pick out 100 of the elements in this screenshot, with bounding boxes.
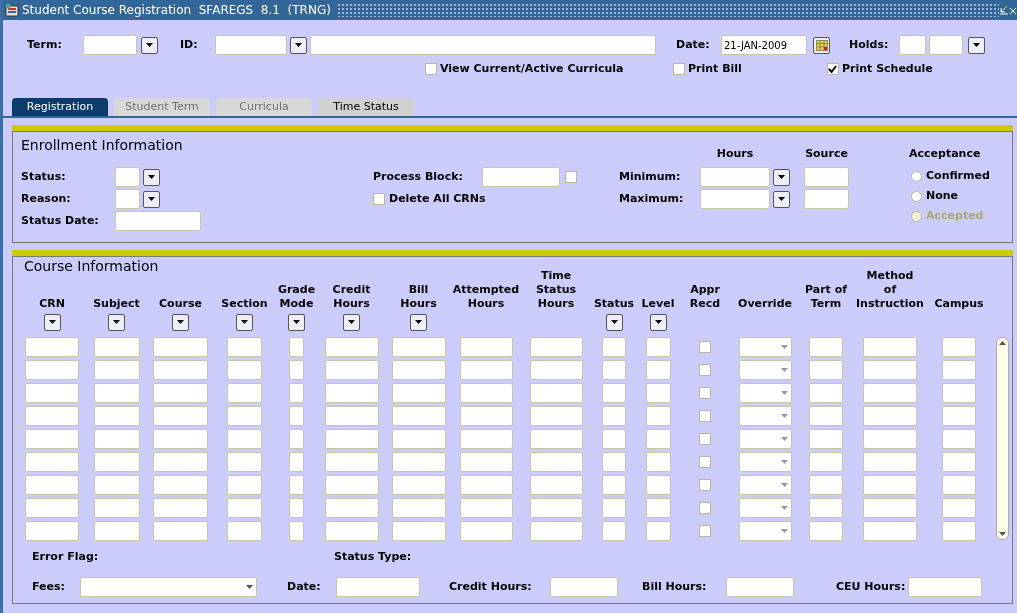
checkbox[interactable]	[699, 501, 711, 514]
input-field[interactable]	[324, 451, 379, 472]
input-field[interactable]	[809, 405, 843, 426]
dropdown-button[interactable]	[773, 190, 790, 208]
checkbox[interactable]	[699, 524, 711, 537]
input-field[interactable]	[550, 577, 618, 597]
input-field[interactable]	[602, 497, 626, 518]
input-field[interactable]	[391, 428, 446, 449]
input-field[interactable]	[529, 451, 583, 472]
checkbox[interactable]	[699, 363, 711, 376]
input-field[interactable]	[529, 382, 583, 403]
input-field[interactable]	[227, 451, 262, 472]
input-field[interactable]	[324, 336, 379, 357]
input-field[interactable]	[809, 428, 843, 449]
checkbox[interactable]	[699, 340, 711, 353]
input-field[interactable]	[602, 520, 626, 541]
input-field[interactable]	[529, 520, 583, 541]
input-field[interactable]	[863, 336, 917, 357]
input-field[interactable]	[25, 451, 79, 472]
input-field[interactable]	[645, 520, 671, 541]
input-field[interactable]	[459, 520, 513, 541]
input-field[interactable]	[93, 428, 140, 449]
input-field[interactable]	[93, 405, 140, 426]
input-field[interactable]	[324, 382, 379, 403]
input-field[interactable]	[153, 359, 208, 380]
input-field[interactable]	[645, 497, 671, 518]
input-field[interactable]	[942, 428, 976, 449]
input-field[interactable]	[115, 167, 140, 187]
input-field[interactable]	[227, 497, 262, 518]
date-field[interactable]	[336, 577, 420, 597]
dropdown-button[interactable]	[288, 313, 305, 331]
dropdown-button[interactable]	[141, 36, 158, 54]
input-field[interactable]	[809, 520, 843, 541]
input-field[interactable]	[93, 497, 140, 518]
input-field[interactable]	[602, 405, 626, 426]
input-field[interactable]	[25, 359, 79, 380]
input-field[interactable]	[459, 428, 513, 449]
dropdown-button[interactable]	[968, 36, 985, 54]
input-field[interactable]	[645, 382, 671, 403]
input-field[interactable]	[324, 497, 379, 518]
input-field[interactable]	[459, 382, 513, 403]
input-field[interactable]	[942, 359, 976, 380]
input-field[interactable]	[391, 336, 446, 357]
input-field[interactable]	[809, 451, 843, 472]
input-field[interactable]	[529, 336, 583, 357]
dropdown-button[interactable]	[605, 313, 623, 331]
input-field[interactable]	[809, 474, 843, 495]
input-field[interactable]	[863, 497, 917, 518]
input-field[interactable]	[25, 428, 79, 449]
input-field[interactable]	[602, 359, 626, 380]
input-field[interactable]	[645, 474, 671, 495]
dropdown-button[interactable]	[773, 168, 790, 186]
input-field[interactable]	[863, 428, 917, 449]
input-field[interactable]	[459, 497, 513, 518]
input-field[interactable]	[726, 577, 794, 597]
input-field[interactable]	[942, 405, 976, 426]
input-field[interactable]	[942, 474, 976, 495]
input-field[interactable]	[529, 428, 583, 449]
input-field[interactable]	[602, 428, 626, 449]
input-field[interactable]	[324, 359, 379, 380]
checkbox[interactable]	[699, 432, 711, 445]
input-field[interactable]	[289, 405, 304, 426]
input-field[interactable]	[391, 359, 446, 380]
holds-field[interactable]	[899, 35, 926, 55]
input-field[interactable]	[153, 497, 208, 518]
input-field[interactable]	[153, 405, 208, 426]
input-field[interactable]	[153, 474, 208, 495]
input-field[interactable]	[391, 382, 446, 403]
input-field[interactable]	[863, 451, 917, 472]
dropdown-button[interactable]	[290, 36, 307, 54]
input-field[interactable]	[459, 474, 513, 495]
dropdown-button[interactable]	[108, 313, 125, 331]
input-field[interactable]	[153, 428, 208, 449]
name-field[interactable]	[310, 35, 656, 55]
checkbox[interactable]	[699, 455, 711, 468]
input-field[interactable]	[863, 520, 917, 541]
input-field[interactable]	[529, 359, 583, 380]
input-field[interactable]	[227, 474, 262, 495]
input-field[interactable]	[289, 359, 304, 380]
input-field[interactable]	[25, 336, 79, 357]
input-field[interactable]	[227, 405, 262, 426]
checkbox[interactable]	[425, 63, 437, 75]
dropdown-button[interactable]	[410, 313, 427, 331]
tab[interactable]: Time Status	[318, 98, 414, 116]
select-field[interactable]	[738, 359, 792, 380]
input-field[interactable]	[391, 405, 446, 426]
input-field[interactable]	[93, 382, 140, 403]
select-field[interactable]	[80, 577, 257, 597]
input-field[interactable]	[942, 336, 976, 357]
input-field[interactable]	[324, 428, 379, 449]
checkbox[interactable]	[699, 478, 711, 491]
input-field[interactable]	[908, 577, 982, 597]
input-field[interactable]	[153, 382, 208, 403]
input-field[interactable]	[863, 474, 917, 495]
hours-field[interactable]	[700, 189, 770, 209]
input-field[interactable]	[289, 382, 304, 403]
input-field[interactable]	[459, 336, 513, 357]
scrollbar[interactable]	[996, 337, 1009, 540]
radio-button[interactable]	[911, 170, 922, 182]
source-field[interactable]	[804, 189, 849, 209]
